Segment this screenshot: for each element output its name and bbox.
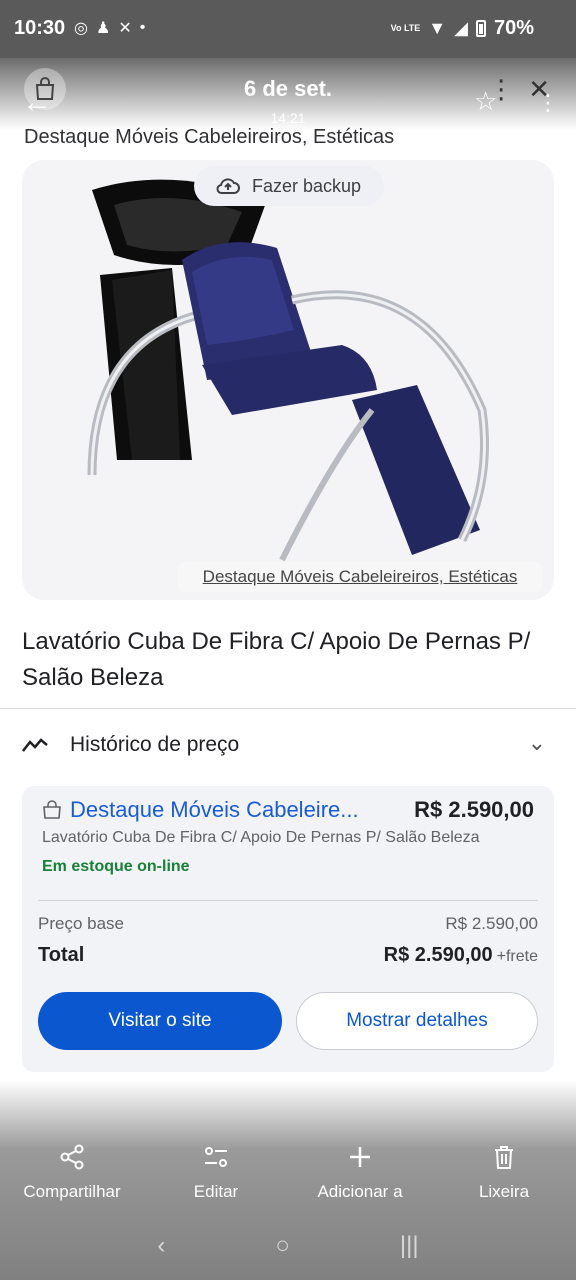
share-button[interactable]: Compartilhar	[0, 1140, 144, 1210]
add-to-label: Adicionar a	[317, 1182, 403, 1201]
signal-icon: ◢	[454, 18, 468, 38]
offer-price: R$ 2.590,00	[414, 797, 534, 822]
battery-icon	[475, 20, 486, 37]
price-history-label: Histórico de preço	[70, 733, 240, 756]
base-price-label: Preço base	[38, 914, 124, 933]
status-bar: 10:30 ◎ ♟ ✕ • Vo LTE ▼ ◢ 70%	[0, 0, 576, 58]
trash-button[interactable]: Lixeira	[432, 1140, 576, 1210]
store-name-link[interactable]: Destaque Móveis Cabeleire...	[70, 797, 359, 823]
show-details-button[interactable]: Mostrar detalhes	[296, 992, 538, 1050]
stock-status: Em estoque on-line	[42, 858, 190, 875]
chevron-down-icon[interactable]: ⌄	[528, 730, 546, 756]
trend-icon	[22, 738, 48, 752]
system-nav-bar: ‹ ○ |||	[0, 1222, 576, 1270]
offer-description: Lavatório Cuba De Fibra C/ Apoio De Pern…	[42, 829, 480, 846]
salon-chair-illustration	[87, 179, 489, 562]
network-label: Vo LTE	[390, 23, 421, 33]
nav-recents-icon[interactable]: |||	[400, 1232, 419, 1260]
edit-label: Editar	[193, 1182, 239, 1201]
divider	[0, 708, 576, 709]
backup-label: Fazer backup	[252, 175, 362, 196]
total-value: R$ 2.590,00	[383, 944, 493, 966]
add-to-button[interactable]: Adicionar a	[288, 1140, 432, 1210]
merchant-header: Destaque Móveis Cabeleireiros, Estéticas	[24, 126, 395, 148]
share-icon	[0, 1140, 144, 1174]
backup-chip[interactable]: Fazer backup	[194, 166, 384, 206]
nav-back-icon[interactable]: ‹	[157, 1232, 165, 1260]
dot-icon: •	[139, 19, 146, 36]
image-caption-link[interactable]: Destaque Móveis Cabeleireiros, Estéticas	[178, 562, 542, 592]
divider	[38, 900, 538, 901]
wifi-icon: ▼	[428, 18, 447, 38]
star-icon[interactable]: ☆	[474, 86, 497, 117]
base-price-value: R$ 2.590,00	[445, 914, 538, 933]
cloud-upload-icon	[216, 178, 240, 194]
product-title: Lavatório Cuba De Fibra C/ Apoio De Pern…	[22, 628, 531, 691]
price-history-row[interactable]: Histórico de preço ⌄	[22, 722, 552, 768]
missed-call-icon: ✕	[118, 20, 132, 37]
edit-button[interactable]: Editar	[144, 1140, 288, 1210]
whatsapp-icon: ◎	[74, 20, 88, 37]
battery-level: 70%	[493, 17, 534, 39]
product-image[interactable]	[22, 160, 554, 600]
photo-action-bar: Compartilhar Editar Adicionar a Lixeira	[0, 1140, 576, 1210]
total-label: Total	[38, 944, 85, 966]
share-label: Compartilhar	[23, 1182, 121, 1201]
total-price: R$ 2.590,00 +frete	[384, 944, 538, 967]
contact-icon: ♟	[95, 20, 111, 37]
status-time: 10:30	[14, 17, 66, 39]
visit-site-button[interactable]: Visitar o site	[38, 992, 282, 1050]
shopping-bag-icon	[43, 800, 61, 819]
notification-icons: ◎ ♟ ✕ •	[74, 18, 145, 38]
plus-icon	[288, 1140, 432, 1174]
status-right: Vo LTE ▼ ◢ 70%	[391, 17, 534, 40]
trash-icon	[432, 1140, 576, 1174]
offer-store[interactable]: Destaque Móveis Cabeleire...	[42, 797, 359, 823]
trash-label: Lixeira	[478, 1182, 530, 1201]
nav-home-icon[interactable]: ○	[275, 1232, 290, 1260]
edit-sliders-icon	[144, 1140, 288, 1174]
shipping-note: +frete	[496, 948, 538, 965]
overflow-menu-icon[interactable]: ⋮	[537, 90, 559, 116]
